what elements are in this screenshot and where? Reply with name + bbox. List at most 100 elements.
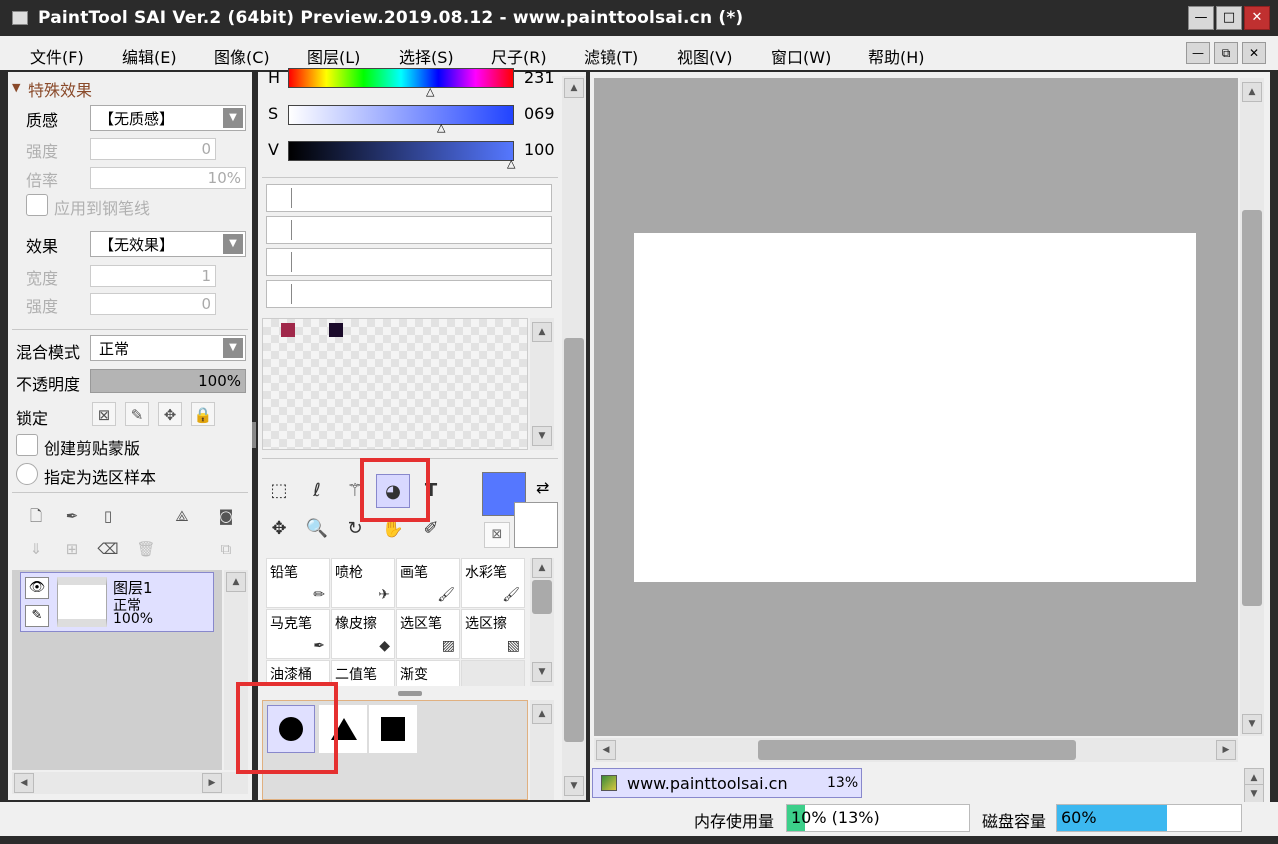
- new-folder-icon[interactable]: ▯: [96, 504, 120, 528]
- scroll-down-icon[interactable]: ▼: [532, 426, 552, 446]
- scroll-up-icon[interactable]: ▲: [532, 704, 552, 724]
- saturation-slider[interactable]: [288, 105, 514, 125]
- custom-slider-4[interactable]: [266, 280, 552, 308]
- opacity-slider[interactable]: 100%: [90, 369, 246, 393]
- brush-airbrush[interactable]: 喷枪 ✈: [331, 558, 395, 608]
- blend-mode-dropdown[interactable]: 正常 ▼: [90, 335, 246, 361]
- brush-brush[interactable]: 画笔 🖌: [396, 558, 460, 608]
- scroll-thumb[interactable]: [532, 580, 552, 614]
- doc-restore-button[interactable]: ⧉: [1214, 42, 1238, 64]
- swatch-vscroll[interactable]: ▲ ▼: [530, 318, 554, 450]
- scroll-down-icon[interactable]: ▼: [532, 662, 552, 682]
- scroll-left-icon[interactable]: ◀: [596, 740, 616, 760]
- brush-select-eraser[interactable]: 选区擦 ▧: [461, 609, 525, 659]
- scroll-up-icon[interactable]: ▲: [532, 322, 552, 342]
- brush-pencil[interactable]: 铅笔 ✏: [266, 558, 330, 608]
- scroll-down-icon[interactable]: ▼: [564, 776, 584, 796]
- panel-splitter[interactable]: [398, 691, 422, 696]
- new-linework-layer-icon[interactable]: ✒: [60, 504, 84, 528]
- square-shape-button[interactable]: [369, 705, 417, 753]
- selection-sample-checkbox[interactable]: [16, 463, 38, 485]
- canvas-vscroll[interactable]: ▲ ▼: [1240, 78, 1264, 736]
- brush-select-pen[interactable]: 选区笔 ▨: [396, 609, 460, 659]
- menu-ruler[interactable]: 尺子(R): [491, 44, 547, 68]
- color-swatch[interactable]: [329, 323, 343, 337]
- scroll-thumb[interactable]: [564, 338, 584, 742]
- value-slider[interactable]: [288, 141, 514, 161]
- brush-eraser[interactable]: 橡皮擦 ◆: [331, 609, 395, 659]
- scroll-up-icon[interactable]: ▲: [226, 572, 246, 592]
- menu-image[interactable]: 图像(C): [214, 44, 270, 68]
- scroll-up-icon[interactable]: ▲: [564, 78, 584, 98]
- scale-slider[interactable]: 10%: [90, 167, 246, 189]
- zoom-tool-icon[interactable]: 🔍: [300, 512, 334, 546]
- brush-empty-slot[interactable]: [461, 660, 525, 686]
- canvas-area[interactable]: [594, 78, 1238, 736]
- lock-paint-icon[interactable]: ✎: [125, 402, 149, 426]
- custom-slider-2[interactable]: [266, 216, 552, 244]
- effect-dropdown[interactable]: 【无效果】 ▼: [90, 231, 246, 257]
- apply-pen-checkbox[interactable]: [26, 194, 48, 216]
- merge-down-icon[interactable]: ⇓: [24, 537, 48, 561]
- delete-layer-icon[interactable]: 🗑: [134, 537, 158, 561]
- canvas-tab[interactable]: www.painttoolsai.cn 13%: [592, 768, 862, 798]
- lock-move-icon[interactable]: ✥: [158, 402, 182, 426]
- menu-help[interactable]: 帮助(H): [868, 44, 925, 68]
- panel-vscroll[interactable]: ▲ ▼: [562, 76, 586, 800]
- custom-slider-3[interactable]: [266, 248, 552, 276]
- menu-file[interactable]: 文件(F): [30, 44, 84, 68]
- lasso-tool-icon[interactable]: ℓ: [300, 474, 334, 508]
- scroll-down-icon[interactable]: ▼: [1242, 714, 1262, 734]
- scroll-up-icon[interactable]: ▲: [1242, 82, 1262, 102]
- eye-icon[interactable]: 👁: [25, 577, 49, 599]
- canvas-document[interactable]: [634, 233, 1196, 582]
- clear-layer-icon[interactable]: ⌫: [96, 537, 120, 561]
- maximize-button[interactable]: □: [1216, 6, 1242, 30]
- texture-dropdown[interactable]: 【无质感】 ▼: [90, 105, 246, 131]
- combine-layers-icon[interactable]: ⧉: [214, 537, 238, 561]
- brush-gradient[interactable]: 渐变: [396, 660, 460, 686]
- menu-layer[interactable]: 图层(L): [307, 44, 360, 68]
- move-tool-icon[interactable]: ✥: [262, 512, 296, 546]
- secondary-color[interactable]: [514, 502, 558, 548]
- swatch-panel[interactable]: [262, 318, 528, 450]
- menu-filter[interactable]: 滤镜(T): [584, 44, 638, 68]
- close-button[interactable]: ✕: [1244, 6, 1270, 30]
- panel-resize-handle[interactable]: [252, 422, 256, 448]
- new-layer-icon[interactable]: 🗋: [24, 504, 48, 528]
- hue-slider[interactable]: [288, 68, 514, 88]
- minimize-button[interactable]: —: [1188, 6, 1214, 30]
- add-icon[interactable]: ⊞: [60, 537, 84, 561]
- rect-select-tool-icon[interactable]: ⬚: [262, 474, 296, 508]
- scroll-right-icon[interactable]: ▶: [202, 773, 222, 793]
- layer-row[interactable]: 👁 ✎ 图层1 正常 100%: [20, 572, 214, 632]
- swap-colors-icon[interactable]: ⇄: [536, 478, 549, 497]
- clip-mask-checkbox[interactable]: [16, 434, 38, 456]
- scroll-left-icon[interactable]: ◀: [14, 773, 34, 793]
- scroll-right-icon[interactable]: ▶: [1216, 740, 1236, 760]
- collapse-arrow-icon[interactable]: ▼: [12, 81, 20, 94]
- strength-slider[interactable]: 0: [90, 138, 216, 160]
- layer-list-hscroll[interactable]: ◀ ▶: [12, 772, 248, 794]
- doc-minimize-button[interactable]: —: [1186, 42, 1210, 64]
- menu-edit[interactable]: 编辑(E): [122, 44, 177, 68]
- pencil-icon[interactable]: ✎: [25, 605, 49, 627]
- canvas-hscroll[interactable]: ◀ ▶: [594, 738, 1238, 762]
- scroll-up-icon[interactable]: ▲: [532, 558, 552, 578]
- custom-slider-1[interactable]: [266, 184, 552, 212]
- menu-select[interactable]: 选择(S): [399, 44, 454, 68]
- lock-all-icon[interactable]: 🔒: [191, 402, 215, 426]
- menu-window[interactable]: 窗口(W): [771, 44, 831, 68]
- layer-mask-icon[interactable]: ◙: [214, 504, 238, 528]
- doc-close-button[interactable]: ✕: [1242, 42, 1266, 64]
- menu-view[interactable]: 视图(V): [677, 44, 732, 68]
- brush-watercolor[interactable]: 水彩笔 🖌: [461, 558, 525, 608]
- width-slider[interactable]: 1: [90, 265, 216, 287]
- shape-options-vscroll[interactable]: ▲: [530, 700, 554, 800]
- color-swatch[interactable]: [281, 323, 295, 337]
- scroll-thumb[interactable]: [758, 740, 1076, 760]
- lock-transparency-icon[interactable]: ⊠: [92, 402, 116, 426]
- transparent-color-icon[interactable]: ⊠: [484, 522, 510, 548]
- strength2-slider[interactable]: 0: [90, 293, 216, 315]
- layer-effect-icon[interactable]: ⟁: [170, 504, 194, 528]
